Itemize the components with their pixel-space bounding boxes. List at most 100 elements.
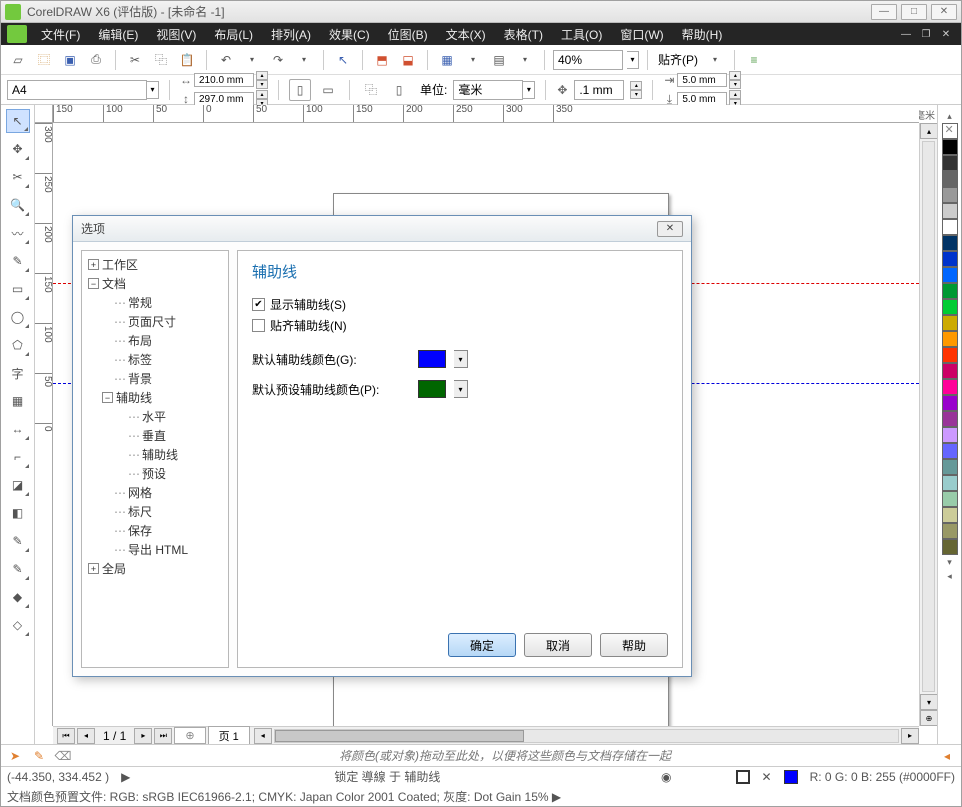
tree-rulers[interactable]: ⋯标尺 xyxy=(84,502,226,521)
smart-tool-icon[interactable]: ✎ xyxy=(6,249,30,273)
eyedropper-tool-icon[interactable]: ✎ xyxy=(6,529,30,553)
cut-icon[interactable]: ✂ xyxy=(124,49,146,71)
save-icon[interactable]: ▣ xyxy=(59,49,81,71)
color-swatch[interactable] xyxy=(942,523,958,539)
ruler-corner[interactable] xyxy=(35,105,53,123)
nudge-up[interactable]: ▴ xyxy=(630,81,642,90)
pick-tool-icon[interactable]: ↖ xyxy=(6,109,30,133)
dialog-close-button[interactable]: ✕ xyxy=(657,221,683,237)
mdi-minimize-button[interactable]: — xyxy=(897,29,915,40)
transparency-tool-icon[interactable]: ◧ xyxy=(6,501,30,525)
zoom-dropdown-icon[interactable]: ▾ xyxy=(627,51,639,69)
flyout-icon[interactable]: ◂ xyxy=(939,748,955,764)
corel-logo-icon[interactable] xyxy=(7,25,27,43)
tree-presets[interactable]: ⋯预设 xyxy=(84,464,226,483)
swatch-none[interactable] xyxy=(942,123,958,139)
default-color-dd-icon[interactable]: ▾ xyxy=(454,350,468,368)
dupy-up[interactable]: ▴ xyxy=(729,90,741,99)
print-icon[interactable]: ⎙ xyxy=(85,49,107,71)
color-swatch[interactable] xyxy=(942,443,958,459)
scroll-up-icon[interactable]: ▴ xyxy=(920,123,937,139)
menu-text[interactable]: 文本(X) xyxy=(438,23,494,46)
menu-view[interactable]: 视图(V) xyxy=(148,23,204,46)
quickview-icon[interactable]: ⊕ xyxy=(920,710,937,726)
menu-bitmap[interactable]: 位图(B) xyxy=(380,23,436,46)
redo-icon[interactable]: ↷ xyxy=(267,49,289,71)
tree-guides[interactable]: −辅助线 xyxy=(84,388,226,407)
crop-tool-icon[interactable]: ✂ xyxy=(6,165,30,189)
tree-grid[interactable]: ⋯网格 xyxy=(84,483,226,502)
add-page-button[interactable]: ⊕ xyxy=(174,727,205,744)
maximize-button[interactable]: □ xyxy=(901,4,927,20)
menu-file[interactable]: 文件(F) xyxy=(33,23,88,46)
dupx-down[interactable]: ▾ xyxy=(729,80,741,89)
dialog-titlebar[interactable]: 选项 ✕ xyxy=(73,216,691,242)
width-spin-up[interactable]: ▴ xyxy=(256,71,268,80)
menu-effects[interactable]: 效果(C) xyxy=(321,23,378,46)
scroll-left-icon[interactable]: ◂ xyxy=(254,728,272,744)
color-swatch[interactable] xyxy=(942,363,958,379)
app-launcher-icon[interactable]: ▤ xyxy=(488,49,510,71)
dupx-up[interactable]: ▴ xyxy=(729,71,741,80)
undo-dropdown-icon[interactable]: ▾ xyxy=(241,49,263,71)
color-swatch[interactable] xyxy=(942,251,958,267)
tree-label[interactable]: ⋯标签 xyxy=(84,350,226,369)
import-icon[interactable]: ⬒ xyxy=(371,49,393,71)
status-expand-icon[interactable]: ▶ xyxy=(121,770,130,784)
dimension-tool-icon[interactable]: ↔ xyxy=(6,417,30,441)
mdi-restore-button[interactable]: ❐ xyxy=(917,29,935,40)
snap-label[interactable]: 贴齐(P) xyxy=(656,51,700,68)
page-width-input[interactable] xyxy=(194,73,254,87)
show-guides-checkbox[interactable]: ✔ xyxy=(252,298,265,311)
tree-workspace[interactable]: +工作区 xyxy=(84,255,226,274)
color-swatch[interactable] xyxy=(942,331,958,347)
ellipse-tool-icon[interactable]: ◯ xyxy=(6,305,30,329)
color-swatch[interactable] xyxy=(942,203,958,219)
next-page-icon[interactable]: ▸ xyxy=(134,728,152,744)
palette-down-icon[interactable]: ▾ xyxy=(942,555,958,569)
menu-window[interactable]: 窗口(W) xyxy=(612,23,671,46)
menu-layout[interactable]: 布局(L) xyxy=(206,23,261,46)
color-swatch[interactable] xyxy=(942,507,958,523)
redo-dropdown-icon[interactable]: ▾ xyxy=(293,49,315,71)
interactive-fill-icon[interactable]: ◇ xyxy=(6,613,30,637)
color-swatch[interactable] xyxy=(942,155,958,171)
color-swatch[interactable] xyxy=(942,187,958,203)
close-button[interactable]: ✕ xyxy=(931,4,957,20)
scroll-right-icon[interactable]: ▸ xyxy=(901,728,919,744)
menu-arrange[interactable]: 排列(A) xyxy=(263,23,319,46)
tree-guidelines[interactable]: ⋯辅助线 xyxy=(84,445,226,464)
height-spin-up[interactable]: ▴ xyxy=(256,90,268,99)
new-icon[interactable]: ▱ xyxy=(7,49,29,71)
snap-dd-icon[interactable]: ▾ xyxy=(704,49,726,71)
polygon-tool-icon[interactable]: ⬠ xyxy=(6,333,30,357)
tree-background[interactable]: ⋯背景 xyxy=(84,369,226,388)
tree-document[interactable]: −文档 xyxy=(84,274,226,293)
color-swatch[interactable] xyxy=(942,267,958,283)
publish-icon[interactable]: ▦ xyxy=(436,49,458,71)
color-swatch[interactable] xyxy=(942,283,958,299)
color-swatch[interactable] xyxy=(942,427,958,443)
shape-tool-icon[interactable]: ✥ xyxy=(6,137,30,161)
palette-up-icon[interactable]: ▴ xyxy=(942,109,958,123)
all-pages-icon[interactable]: ⿻ xyxy=(360,79,382,101)
text-tool-icon[interactable]: 字 xyxy=(6,361,30,385)
color-swatch[interactable] xyxy=(942,171,958,187)
menu-edit[interactable]: 编辑(E) xyxy=(90,23,146,46)
options-tree[interactable]: +工作区 −文档 ⋯常规 ⋯页面尺寸 ⋯布局 ⋯标签 ⋯背景 −辅助线 ⋯水平 … xyxy=(81,250,229,668)
snapshot-icon[interactable]: ◉ xyxy=(661,770,671,784)
minimize-button[interactable]: — xyxy=(871,4,897,20)
landscape-icon[interactable]: ▭ xyxy=(317,79,339,101)
outline-swatch-icon[interactable] xyxy=(736,770,750,784)
brush-icon[interactable]: ✎ xyxy=(31,748,47,764)
ok-button[interactable]: 确定 xyxy=(448,633,516,657)
last-page-icon[interactable]: ⏭ xyxy=(154,728,172,744)
arrow-icon[interactable]: ➤ xyxy=(7,748,23,764)
export-icon[interactable]: ⬓ xyxy=(397,49,419,71)
color-swatch[interactable] xyxy=(942,299,958,315)
current-page-icon[interactable]: ▯ xyxy=(388,79,410,101)
tree-save[interactable]: ⋯保存 xyxy=(84,521,226,540)
first-page-icon[interactable]: ⏮ xyxy=(57,728,75,744)
connector-tool-icon[interactable]: ⌐ xyxy=(6,445,30,469)
scrollbar-horizontal[interactable] xyxy=(274,729,899,743)
